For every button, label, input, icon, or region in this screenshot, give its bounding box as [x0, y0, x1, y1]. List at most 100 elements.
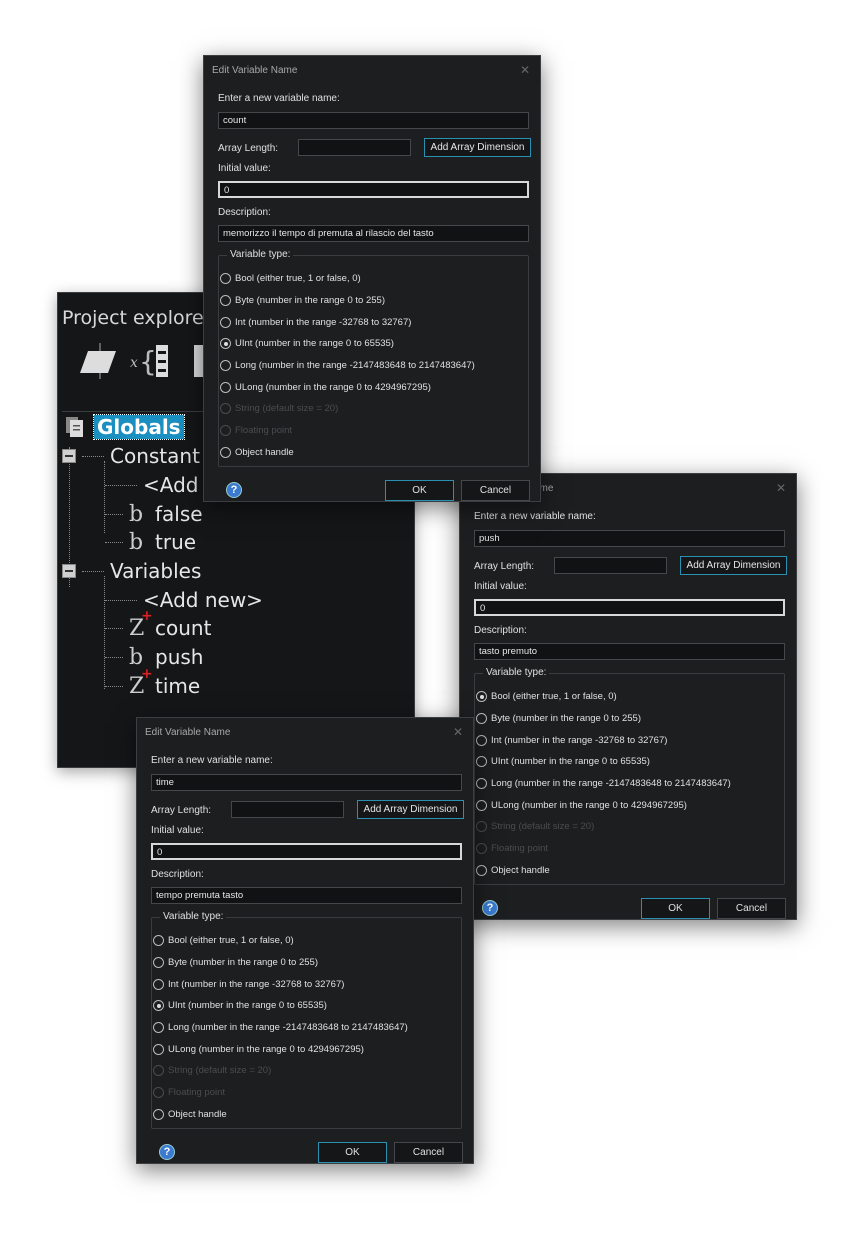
- radio-string: String (default size = 20): [220, 403, 338, 414]
- array-length-input[interactable]: [554, 557, 667, 574]
- dialog-title: Edit Variable Name: [145, 727, 231, 738]
- radio-button[interactable]: [220, 273, 231, 284]
- radio-button[interactable]: [153, 935, 164, 946]
- close-icon[interactable]: ✕: [776, 481, 786, 495]
- add-array-dimension-button[interactable]: Add Array Dimension: [357, 800, 464, 819]
- add-array-dimension-button[interactable]: Add Array Dimension: [680, 556, 787, 575]
- tree-item[interactable]: b push: [105, 643, 203, 671]
- description-input[interactable]: tasto premuto: [474, 643, 785, 660]
- radio-button[interactable]: [153, 1044, 164, 1055]
- radio-button[interactable]: [220, 447, 231, 458]
- array-length-input[interactable]: [231, 801, 344, 818]
- radio-bool[interactable]: Bool (either true, 1 or false, 0): [153, 935, 294, 946]
- radio-long[interactable]: Long (number in the range -2147483648 to…: [476, 778, 731, 789]
- help-icon[interactable]: ?: [482, 900, 498, 916]
- initial-value-input[interactable]: 0: [474, 599, 785, 616]
- toolbar: x{: [78, 341, 212, 381]
- tree-label: Globals: [93, 414, 185, 440]
- radio-long[interactable]: Long (number in the range -2147483648 to…: [153, 1022, 408, 1033]
- initial-value-input[interactable]: 0: [218, 181, 529, 198]
- tree-item[interactable]: b false: [105, 500, 203, 528]
- description-input[interactable]: tempo premuta tasto: [151, 887, 462, 904]
- edit-variable-dialog: Edit Variable Name ✕ Enter a new variabl…: [203, 55, 541, 502]
- radio-button[interactable]: [153, 1022, 164, 1033]
- radio-int[interactable]: Int (number in the range -32768 to 32767…: [153, 979, 344, 990]
- close-icon[interactable]: ✕: [520, 63, 530, 77]
- array-length-input[interactable]: [298, 139, 411, 156]
- cancel-button[interactable]: Cancel: [394, 1142, 463, 1163]
- parallelogram-icon[interactable]: [78, 341, 118, 381]
- description-label: Description:: [218, 207, 271, 218]
- radio-byte[interactable]: Byte (number in the range 0 to 255): [153, 957, 318, 968]
- help-icon[interactable]: ?: [226, 482, 242, 498]
- tree-item[interactable]: b true: [105, 528, 196, 556]
- variable-name-input[interactable]: time: [151, 774, 462, 791]
- tree-label: Variables: [110, 559, 202, 583]
- radio-uint[interactable]: UInt (number in the range 0 to 65535): [476, 756, 650, 767]
- collapse-icon[interactable]: [62, 449, 76, 463]
- panel-title: Project explorer: [62, 307, 212, 329]
- radio-object[interactable]: Object handle: [476, 865, 550, 876]
- radio-ulong[interactable]: ULong (number in the range 0 to 42949672…: [153, 1044, 364, 1055]
- ok-button[interactable]: OK: [318, 1142, 387, 1163]
- radio-button[interactable]: [476, 800, 487, 811]
- radio-button: [476, 843, 487, 854]
- radio-button[interactable]: [476, 756, 487, 767]
- radio-uint[interactable]: UInt (number in the range 0 to 65535): [220, 338, 394, 349]
- tree-item[interactable]: <Add: [105, 471, 198, 499]
- initial-value-input[interactable]: 0: [151, 843, 462, 860]
- radio-byte[interactable]: Byte (number in the range 0 to 255): [476, 713, 641, 724]
- radio-button[interactable]: [476, 713, 487, 724]
- radio-ulong[interactable]: ULong (number in the range 0 to 42949672…: [476, 800, 687, 811]
- radio-button[interactable]: [220, 360, 231, 371]
- variable-struct-icon[interactable]: x{: [130, 341, 180, 381]
- radio-button[interactable]: [153, 1109, 164, 1120]
- tree-node-variables[interactable]: Variables: [62, 557, 201, 585]
- radio-string: String (default size = 20): [476, 821, 594, 832]
- radio-ulong[interactable]: ULong (number in the range 0 to 42949672…: [220, 382, 431, 393]
- radio-int[interactable]: Int (number in the range -32768 to 32767…: [476, 735, 667, 746]
- radio-bool[interactable]: Bool (either true, 1 or false, 0): [476, 691, 617, 702]
- ok-button[interactable]: OK: [385, 480, 454, 501]
- tree-node-globals[interactable]: Globals: [64, 413, 185, 441]
- radio-button[interactable]: [153, 957, 164, 968]
- radio-button[interactable]: [220, 338, 231, 349]
- tree-item[interactable]: <Add new>: [105, 586, 263, 614]
- description-input[interactable]: memorizzo il tempo di premuta al rilasci…: [218, 225, 529, 242]
- tree-item[interactable]: Zcount: [105, 608, 211, 642]
- radio-label: Object handle: [491, 865, 550, 876]
- variable-name-input[interactable]: count: [218, 112, 529, 129]
- close-icon[interactable]: ✕: [453, 725, 463, 739]
- ok-button[interactable]: OK: [641, 898, 710, 919]
- name-label: Enter a new variable name:: [218, 93, 340, 104]
- radio-label: Bool (either true, 1 or false, 0): [491, 691, 617, 702]
- radio-button[interactable]: [476, 865, 487, 876]
- help-icon[interactable]: ?: [159, 1144, 175, 1160]
- tree-item[interactable]: Ztime: [105, 666, 200, 700]
- cancel-button[interactable]: Cancel: [461, 480, 530, 501]
- radio-uint[interactable]: UInt (number in the range 0 to 65535): [153, 1000, 327, 1011]
- radio-button[interactable]: [220, 295, 231, 306]
- radio-button[interactable]: [153, 979, 164, 990]
- radio-button[interactable]: [153, 1000, 164, 1011]
- radio-bool[interactable]: Bool (either true, 1 or false, 0): [220, 273, 361, 284]
- collapse-icon[interactable]: [62, 564, 76, 578]
- initial-value-label: Initial value:: [218, 163, 271, 174]
- radio-button[interactable]: [220, 382, 231, 393]
- radio-label: Object handle: [235, 447, 294, 458]
- tree-node-constants[interactable]: Constant: [62, 442, 200, 470]
- radio-byte[interactable]: Byte (number in the range 0 to 255): [220, 295, 385, 306]
- tree-label: true: [155, 530, 197, 554]
- radio-button[interactable]: [476, 778, 487, 789]
- radio-button[interactable]: [476, 735, 487, 746]
- add-array-dimension-button[interactable]: Add Array Dimension: [424, 138, 531, 157]
- variable-name-input[interactable]: push: [474, 530, 785, 547]
- radio-long[interactable]: Long (number in the range -2147483648 to…: [220, 360, 475, 371]
- radio-object[interactable]: Object handle: [220, 447, 294, 458]
- radio-button[interactable]: [476, 691, 487, 702]
- radio-object[interactable]: Object handle: [153, 1109, 227, 1120]
- cancel-button[interactable]: Cancel: [717, 898, 786, 919]
- radio-int[interactable]: Int (number in the range -32768 to 32767…: [220, 317, 411, 328]
- radio-button[interactable]: [220, 317, 231, 328]
- radio-label: Object handle: [168, 1109, 227, 1120]
